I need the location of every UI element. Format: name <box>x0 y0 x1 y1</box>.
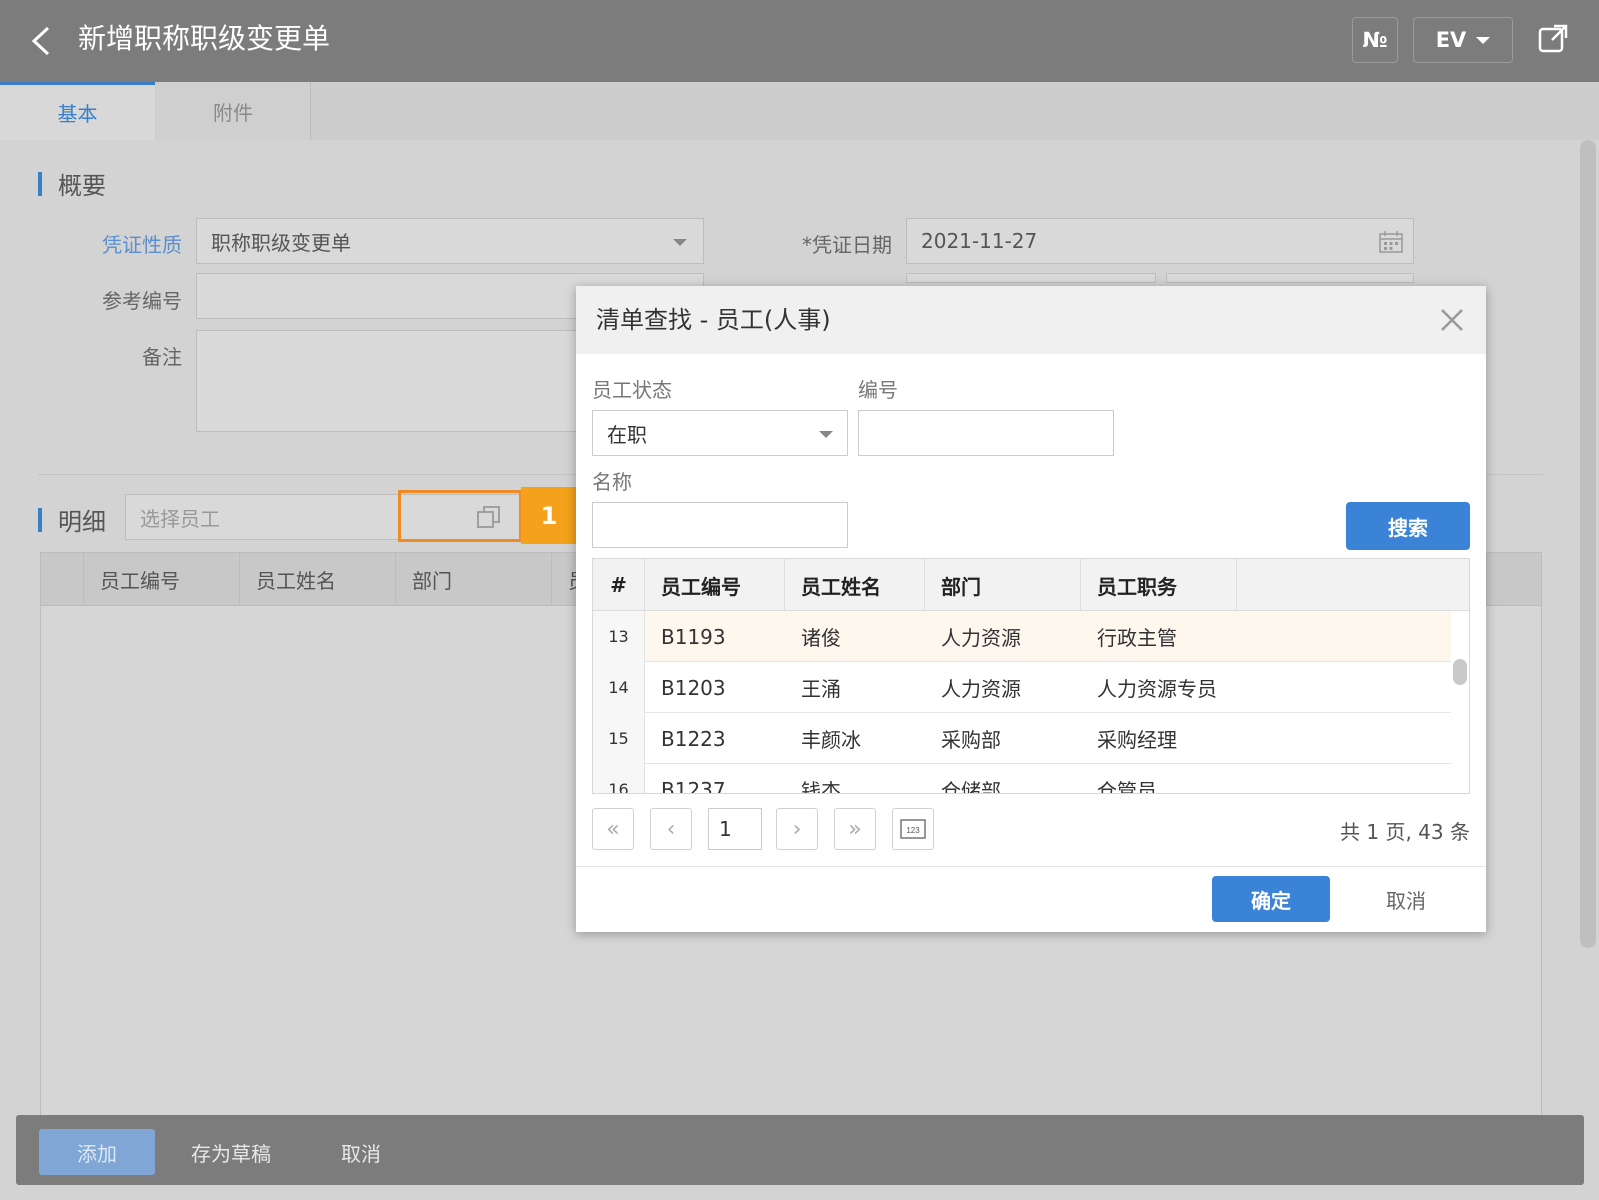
voucher-date-field[interactable]: 2021-11-27 <box>906 218 1414 264</box>
close-icon[interactable] <box>1438 306 1466 334</box>
hidden-field-b <box>1166 273 1414 283</box>
cell-code: B1203 <box>661 675 726 700</box>
table-header: # 员工编号 员工姓名 部门 员工职务 <box>593 559 1469 611</box>
cancel-button[interactable]: 取消 <box>316 1129 406 1175</box>
tab-bar: 基本 附件 <box>0 82 1599 140</box>
lookup-highlight <box>398 490 522 542</box>
th-index: # <box>593 559 645 611</box>
cell-code: B1237 <box>661 777 726 794</box>
tab-basic[interactable]: 基本 <box>0 82 155 140</box>
share-icon[interactable] <box>1536 22 1570 56</box>
next-page-button[interactable]: › <box>776 808 818 850</box>
th-position[interactable]: 员工职务 <box>1081 559 1237 611</box>
row-index: 14 <box>593 662 645 713</box>
table-row[interactable]: 14 B1203 王涌 人力资源 人力资源专员 <box>593 662 1451 713</box>
row-index: 15 <box>593 713 645 764</box>
lookup-icon[interactable] <box>476 504 502 530</box>
th-employee-code[interactable]: 员工编号 <box>645 559 785 611</box>
code-input[interactable] <box>858 410 1114 456</box>
col-employee-code[interactable]: 员工编号 <box>83 553 239 605</box>
employee-lookup-dialog: 清单查找 - 员工(人事) 员工状态 在职 编号 名称 搜索 # 员工编号 员工… <box>576 286 1486 932</box>
cell-code: B1223 <box>661 726 726 751</box>
row-index: 13 <box>593 611 645 662</box>
table-row[interactable]: 13 B1193 诸俊 人力资源 行政主管 <box>593 611 1451 662</box>
ref-no-label: 参考编号 <box>102 289 182 313</box>
cell-name: 丰颜冰 <box>801 728 861 752</box>
cell-code: B1193 <box>661 624 726 649</box>
cell-dept: 人力资源 <box>941 677 1021 701</box>
page-size-icon: 123 <box>900 819 926 839</box>
th-department[interactable]: 部门 <box>925 559 1081 611</box>
cell-title: 采购经理 <box>1097 728 1177 752</box>
first-page-button[interactable]: « <box>592 808 634 850</box>
cell-name: 诸俊 <box>801 626 841 650</box>
voucher-type-label: 凭证性质 <box>102 233 182 257</box>
status-select[interactable]: 在职 <box>592 410 848 456</box>
dialog-title: 清单查找 - 员工(人事) <box>596 306 831 334</box>
cell-title: 行政主管 <box>1097 626 1177 650</box>
last-page-button[interactable]: » <box>834 808 876 850</box>
search-button[interactable]: 搜索 <box>1346 502 1470 550</box>
back-arrow-icon[interactable] <box>26 22 56 60</box>
page-input[interactable]: 1 <box>708 808 762 850</box>
detail-title-text: 明细 <box>58 508 106 536</box>
svg-text:123: 123 <box>906 826 920 835</box>
detail-section-title: 明细 <box>38 502 106 537</box>
cell-name: 王涌 <box>801 677 841 701</box>
page-info: 共 1 页, 43 条 <box>1340 820 1470 844</box>
app-header: 新增职称职级变更单 № EV <box>0 0 1599 82</box>
ev-label: EV <box>1435 28 1467 52</box>
save-draft-button[interactable]: 存为草稿 <box>176 1129 286 1175</box>
page-size-button[interactable]: 123 <box>892 808 934 850</box>
select-employee-placeholder: 选择员工 <box>140 506 220 531</box>
section-marker <box>38 171 42 196</box>
prev-page-button[interactable]: ‹ <box>650 808 692 850</box>
section-marker <box>38 507 42 532</box>
table-scrollbar[interactable] <box>1453 659 1467 685</box>
cell-dept: 人力资源 <box>941 626 1021 650</box>
confirm-button[interactable]: 确定 <box>1212 876 1330 922</box>
name-label: 名称 <box>592 470 632 494</box>
cell-name: 钱杰 <box>801 779 841 794</box>
row-index: 16 <box>593 764 645 793</box>
table-row[interactable]: 16 B1237 钱杰 仓储部 仓管员 <box>593 764 1451 794</box>
add-button[interactable]: 添加 <box>39 1129 155 1175</box>
cell-dept: 仓储部 <box>941 779 1001 794</box>
table-row[interactable]: 15 B1223 丰颜冰 采购部 采购经理 <box>593 713 1451 764</box>
number-button[interactable]: № <box>1352 17 1398 63</box>
cell-title: 人力资源专员 <box>1097 677 1217 701</box>
col-employee-name[interactable]: 员工姓名 <box>239 553 395 605</box>
cell-title: 仓管员 <box>1097 779 1157 794</box>
chevron-down-icon <box>819 431 833 438</box>
col-department[interactable]: 部门 <box>395 553 551 605</box>
overview-title-text: 概要 <box>58 172 106 200</box>
overview-section-title: 概要 <box>38 166 106 201</box>
chevron-down-icon <box>673 239 687 246</box>
status-label: 员工状态 <box>592 378 672 402</box>
dialog-cancel-button[interactable]: 取消 <box>1356 876 1456 922</box>
voucher-date-value: 2021-11-27 <box>921 229 1038 253</box>
chevron-down-icon <box>1476 36 1491 44</box>
voucher-type-select[interactable]: 职称职级变更单 <box>196 218 704 264</box>
code-label: 编号 <box>858 378 898 402</box>
page-title: 新增职称职级变更单 <box>78 22 331 55</box>
cell-dept: 采购部 <box>941 728 1001 752</box>
ev-dropdown[interactable]: EV <box>1413 17 1513 63</box>
footer-bar: 添加 存为草稿 取消 <box>16 1115 1584 1185</box>
step-badge: 1 <box>521 487 577 544</box>
name-input[interactable] <box>592 502 848 548</box>
hidden-field-a <box>906 273 1156 283</box>
tab-attachment[interactable]: 附件 <box>156 82 311 140</box>
page-scrollbar[interactable] <box>1580 140 1596 948</box>
calendar-icon[interactable] <box>1379 231 1403 253</box>
th-employee-name[interactable]: 员工姓名 <box>785 559 925 611</box>
remark-label: 备注 <box>142 345 182 369</box>
voucher-type-value: 职称职级变更单 <box>211 230 351 255</box>
dialog-header: 清单查找 - 员工(人事) <box>576 286 1486 354</box>
status-value: 在职 <box>607 422 647 447</box>
dialog-divider <box>576 866 1486 867</box>
employee-table: # 员工编号 员工姓名 部门 员工职务 13 B1193 诸俊 人力资源 行政主… <box>592 558 1470 794</box>
voucher-date-label: *凭证日期 <box>802 233 892 257</box>
